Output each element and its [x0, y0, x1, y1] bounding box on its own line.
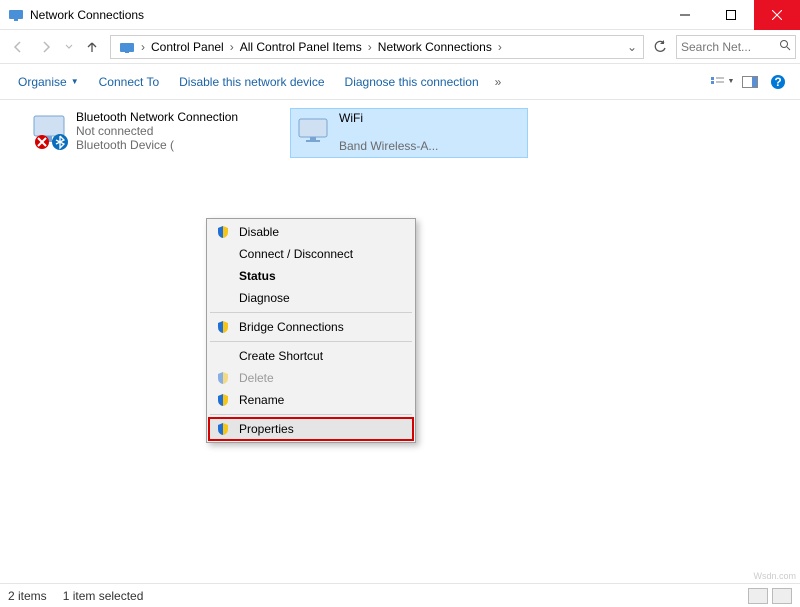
menu-item-rename[interactable]: Rename: [209, 389, 413, 411]
network-item-bluetooth[interactable]: Bluetooth Network Connection Not connect…: [28, 108, 278, 156]
svg-text:?: ?: [774, 75, 781, 89]
shield-icon: [216, 422, 230, 436]
context-menu: Disable Connect / Disconnect Status Diag…: [206, 218, 416, 443]
organise-button[interactable]: Organise▼: [8, 69, 89, 95]
search-icon: [779, 39, 791, 54]
search-input[interactable]: Search Net...: [676, 35, 796, 59]
close-button[interactable]: [754, 0, 800, 30]
overflow-button[interactable]: »: [489, 75, 508, 89]
content-area: Bluetooth Network Connection Not connect…: [0, 100, 800, 580]
breadcrumb-item[interactable]: Control Panel: [147, 36, 228, 58]
shield-icon: [216, 393, 230, 407]
chevron-right-icon[interactable]: ›: [366, 40, 374, 54]
shield-icon: [216, 225, 230, 239]
menu-item-delete: Delete: [209, 367, 413, 389]
status-selected-count: 1 item selected: [63, 589, 144, 603]
breadcrumb-item[interactable]: All Control Panel Items: [236, 36, 366, 58]
minimize-button[interactable]: [662, 0, 708, 30]
recent-button[interactable]: [62, 35, 76, 59]
up-button[interactable]: [80, 35, 104, 59]
toolbar: Organise▼ Connect To Disable this networ…: [0, 64, 800, 100]
breadcrumb-item[interactable]: Network Connections: [374, 36, 496, 58]
chevron-right-icon[interactable]: ›: [139, 40, 147, 54]
titlebar: Network Connections: [0, 0, 800, 30]
watermark: Wsdn.com: [753, 571, 796, 581]
menu-item-disable[interactable]: Disable: [209, 221, 413, 243]
menu-item-connect[interactable]: Connect / Disconnect: [209, 243, 413, 265]
item-name: Bluetooth Network Connection: [76, 110, 238, 124]
preview-pane-button[interactable]: [736, 70, 764, 94]
item-device: Band Wireless-A...: [339, 139, 438, 153]
disable-device-button[interactable]: Disable this network device: [169, 69, 334, 95]
breadcrumb-icon[interactable]: [115, 36, 139, 58]
shield-icon: [216, 371, 230, 385]
menu-separator: [210, 341, 412, 342]
address-bar: › Control Panel › All Control Panel Item…: [0, 30, 800, 64]
chevron-down-icon[interactable]: ⌄: [625, 40, 639, 54]
maximize-button[interactable]: [708, 0, 754, 30]
bluetooth-icon: [28, 108, 76, 156]
status-item-count: 2 items: [8, 589, 47, 603]
menu-item-properties[interactable]: Properties: [209, 418, 413, 440]
forward-button[interactable]: [34, 35, 58, 59]
network-item-wifi[interactable]: WiFi Band Wireless-A...: [290, 108, 528, 158]
window-title: Network Connections: [30, 8, 662, 22]
statusbar: 2 items 1 item selected: [0, 583, 800, 607]
chevron-right-icon[interactable]: ›: [228, 40, 236, 54]
menu-item-bridge[interactable]: Bridge Connections: [209, 316, 413, 338]
view-options-button[interactable]: ▼: [708, 70, 736, 94]
connect-to-button[interactable]: Connect To: [89, 69, 170, 95]
menu-separator: [210, 414, 412, 415]
refresh-button[interactable]: [648, 35, 672, 59]
menu-separator: [210, 312, 412, 313]
menu-item-diagnose[interactable]: Diagnose: [209, 287, 413, 309]
item-status: Not connected: [76, 124, 238, 138]
diagnose-button[interactable]: Diagnose this connection: [335, 69, 489, 95]
item-device: Bluetooth Device (: [76, 138, 238, 152]
chevron-down-icon: ▼: [71, 77, 79, 86]
app-icon: [8, 7, 24, 23]
menu-item-status[interactable]: Status: [209, 265, 413, 287]
help-button[interactable]: ?: [764, 70, 792, 94]
search-placeholder: Search Net...: [681, 40, 751, 54]
shield-icon: [216, 320, 230, 334]
menu-item-shortcut[interactable]: Create Shortcut: [209, 345, 413, 367]
item-status: [339, 125, 438, 139]
back-button[interactable]: [6, 35, 30, 59]
breadcrumb[interactable]: › Control Panel › All Control Panel Item…: [110, 35, 644, 59]
chevron-right-icon[interactable]: ›: [496, 40, 504, 54]
icons-view-button[interactable]: [772, 588, 792, 604]
item-name: WiFi: [339, 111, 438, 125]
wifi-icon: [291, 109, 339, 157]
details-view-button[interactable]: [748, 588, 768, 604]
